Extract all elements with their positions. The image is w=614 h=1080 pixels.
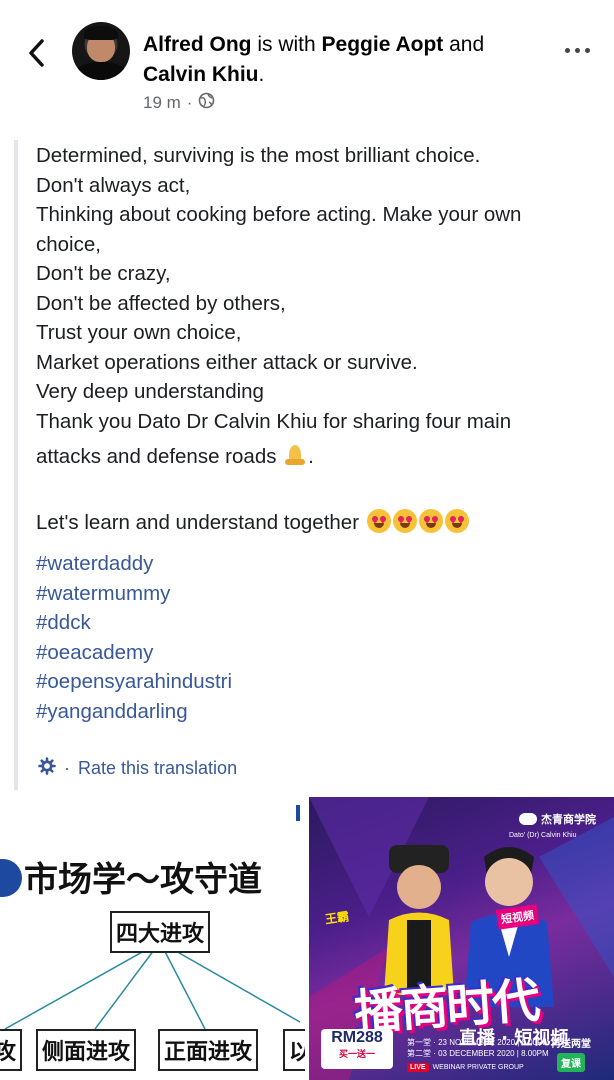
rate-translation-text: Rate this translation [78,758,238,778]
session-dates: 第一堂 · 23 NOVEMBER 2020 | 8.00PM 第二堂 · 03… [407,1037,549,1059]
post-line: Don't be affected by others, [36,291,286,315]
oe-logo-icon [519,813,537,825]
author-name[interactable]: Alfred Ong [143,33,252,56]
tagged-user-2[interactable]: Calvin Khiu [143,63,259,86]
session-date: 第二堂 · 03 DECEMBER 2020 | 8.00PM [407,1049,549,1058]
post-line: Very deep understanding [36,380,264,403]
diagram-title: 市场学～攻守道 [0,852,262,901]
post-text: Determined, surviving is the most brilli… [36,141,606,726]
diagram-title-text: 市场学～攻守道 [24,860,262,900]
post-line: Trust your own choice, [36,321,242,344]
learn-text: Let's learn and understand together [36,510,360,534]
post-line: attacks and defense roads [36,445,277,468]
live-badge: LIVE [407,1063,429,1072]
diagram-box: 攻 [0,1029,23,1071]
heart-eyes-emoji-icon [366,508,391,533]
session-date: 第一堂 · 23 NOVEMBER 2020 | 8.00PM [407,1038,550,1047]
tagged-user-1[interactable]: Peggie Aopt [322,33,444,56]
post-line: Thinking about cooking before acting. Ma… [36,203,522,226]
more-options-icon[interactable] [565,48,590,53]
guest-label: 王霸 [324,909,350,927]
dot-separator: · [64,758,70,778]
post-line: Market operations either attack or survi… [36,350,418,374]
attached-image-diagram[interactable]: 市场学～攻守道 四大进攻 攻 侧面进攻 正面进攻 以 [0,797,305,1080]
heart-eyes-emoji-icon [444,508,469,533]
hashtag-link[interactable]: #yanganddarling [36,697,606,727]
hashtag-link[interactable]: #oeacademy [36,638,606,668]
meta-separator: · [186,93,193,112]
attached-image-poster[interactable]: 杰青商学院 Dato' (Dr) Calvin Khiu 王霸 短视频 播商时代… [309,797,614,1080]
price-tag: RM288 买一送一 [321,1029,393,1069]
brand-logo-icon [0,859,22,897]
avatar[interactable] [72,22,130,80]
post-line: Don't always act, [36,173,191,197]
hashtag-list: #waterdaddy #watermummy #ddck #oeacademy… [36,549,606,726]
globe-icon[interactable] [198,92,215,114]
praying-hands-emoji-icon [282,443,308,467]
heart-eyes-emoji-icon [392,508,417,533]
bonus-top: 再送两堂 [551,1039,591,1050]
hashtag-link[interactable]: #waterdaddy [36,549,606,579]
diagram-box: 以 [283,1029,305,1071]
hashtag-link[interactable]: #ddck [36,608,606,638]
post-content: Determined, surviving is the most brilli… [14,140,608,790]
webinar-text: WEBINAR PRIVATE GROUP [432,1064,524,1071]
diagram-box-top: 四大进攻 [110,911,211,953]
back-chevron-icon[interactable] [24,36,50,70]
bonus-badge: 再送两堂 复课 [541,1035,601,1072]
period: . [258,63,265,86]
poster-brand: 杰青商学院 [519,811,596,827]
and-text: and [449,33,485,56]
learn-line: Let's learn and understand together [36,508,606,538]
poster-brand-text: 杰青商学院 [541,814,596,826]
post-line-with-emoji: attacks and defense roads . [36,443,314,468]
post-line: Don't be crazy, [36,262,171,285]
post-line: choice, [36,232,101,256]
rate-translation-link[interactable]: · Rate this translation [38,757,237,780]
gear-icon [38,757,56,780]
heart-eyes-emoji-icon [418,508,443,533]
diagram-box: 正面进攻 [158,1029,259,1071]
post-author-line: Alfred Ong is with Peggie Aopt and Calvi… [143,30,543,90]
live-info: LIVE WEBINAR PRIVATE GROUP [407,1063,524,1072]
post-line: Thank you Dato Dr Calvin Khiu for sharin… [36,409,512,433]
hashtag-link[interactable]: #oepensyarahindustri [36,667,606,697]
price-text: RM288 [331,1029,383,1046]
post-time[interactable]: 19 m [143,93,181,113]
with-text: is with [257,33,316,56]
price-note: 买一送一 [338,1049,375,1059]
diagram-box: 侧面进攻 [36,1029,137,1071]
post-header: Alfred Ong is with Peggie Aopt and Calvi… [0,0,614,125]
bonus-bottom: 复课 [557,1053,585,1072]
post-line: Determined, surviving is the most brilli… [36,144,481,167]
post-meta: 19 m · [143,92,215,114]
hashtag-link[interactable]: #watermummy [36,579,606,609]
